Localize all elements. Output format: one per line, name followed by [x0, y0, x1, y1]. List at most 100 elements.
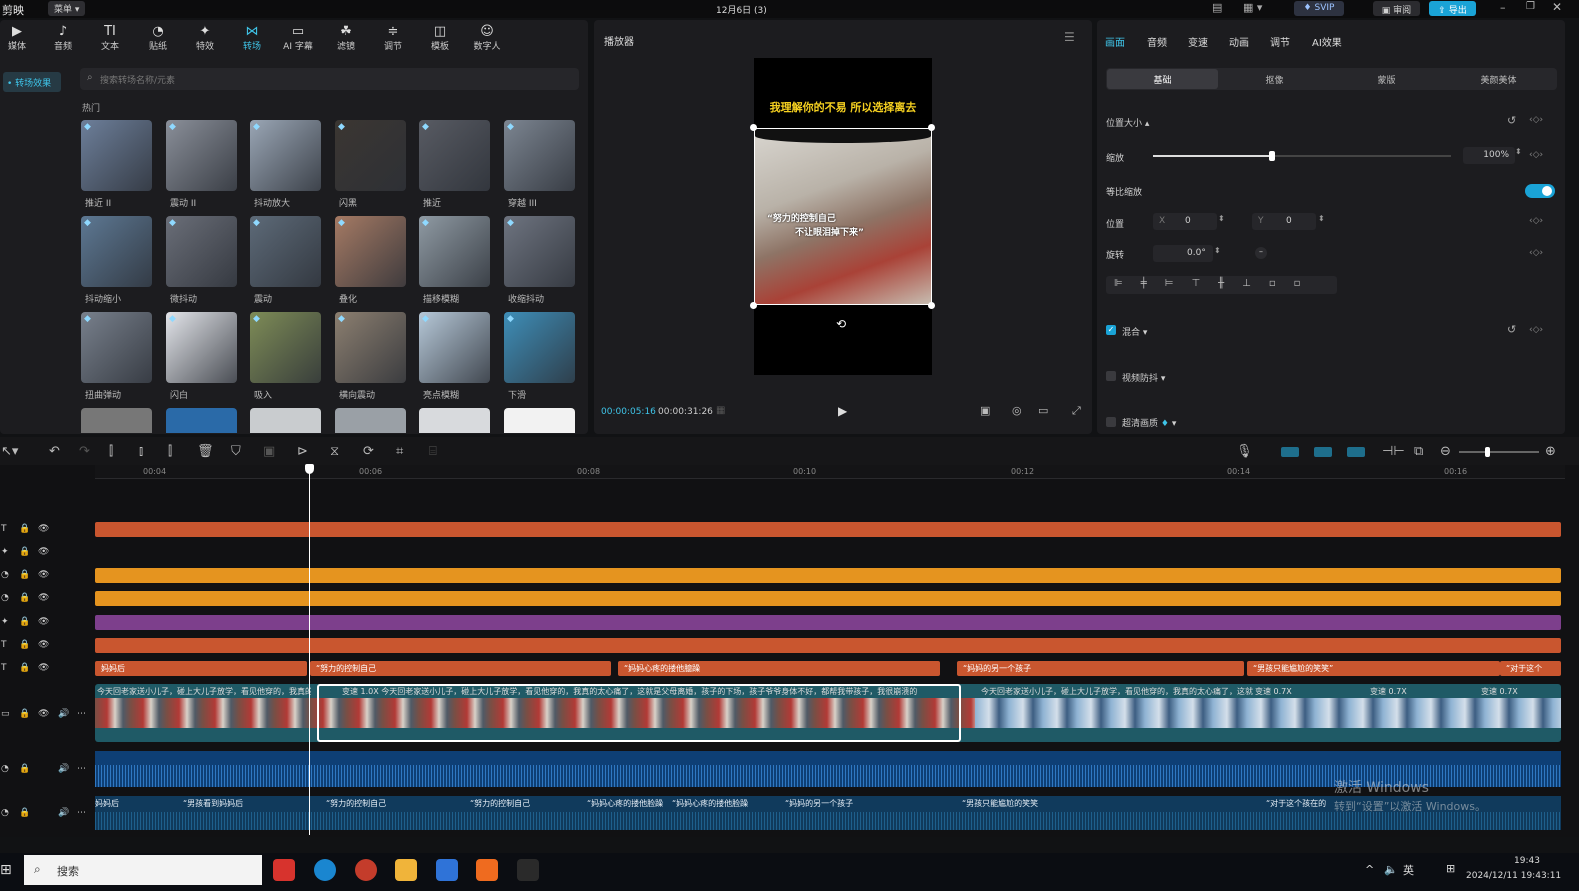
more-icon[interactable]: ⋯	[77, 709, 86, 719]
crop-icon[interactable]: ⌗	[396, 444, 403, 459]
rotate-handle-icon[interactable]: ⟲	[836, 317, 846, 331]
stabilize-checkbox[interactable]	[1106, 371, 1116, 381]
svip-badge[interactable]: ♦ SVIP	[1294, 1, 1344, 16]
tab-11[interactable]: ☺ 数字人	[472, 25, 502, 53]
align-toolbar[interactable]: ⊫╪⊨⊤╫⊥▫▫	[1106, 276, 1337, 294]
transition-thumb[interactable]: ◆	[419, 312, 490, 383]
visibility-icon[interactable]: 👁	[38, 593, 49, 603]
linkage-icon[interactable]	[1314, 447, 1332, 457]
lock-icon[interactable]: 🔒	[19, 524, 30, 534]
hd-checkbox[interactable]	[1106, 417, 1116, 427]
menu-button[interactable]: 菜单 ▾	[48, 1, 86, 16]
keyframe-icon[interactable]: ‹◇›	[1529, 248, 1543, 258]
windows-start-icon[interactable]: ⊞	[0, 862, 12, 878]
close-icon[interactable]: ✕	[1552, 0, 1562, 14]
inspector-tab-4[interactable]: 动画	[1229, 34, 1249, 49]
original-icon[interactable]: ▣	[980, 404, 990, 417]
edge-icon[interactable]	[314, 859, 336, 881]
mute-icon[interactable]: 🔊	[58, 709, 69, 719]
visibility-icon[interactable]: 👁	[38, 663, 49, 673]
screen-icon[interactable]: ▦ ▾	[1243, 1, 1262, 14]
handle-br[interactable]	[928, 302, 935, 309]
partial-thumb[interactable]	[504, 408, 575, 433]
zoom-knob[interactable]	[1485, 447, 1490, 457]
mirror-icon[interactable]: ⧖	[330, 444, 339, 459]
keyframe-icon[interactable]: ‹◇›	[1529, 150, 1543, 160]
visibility-icon[interactable]: 👁	[38, 524, 49, 534]
undo-icon[interactable]: ↶	[49, 444, 60, 459]
lock-icon[interactable]: 🔒	[19, 640, 30, 650]
more-icon[interactable]: ⋯	[77, 808, 86, 818]
text-clip[interactable]: “妈妈心疼的搂他臆躁	[618, 661, 940, 676]
lock-icon[interactable]: 🔒	[19, 570, 30, 580]
visibility-icon[interactable]: 👁	[38, 640, 49, 650]
split-left-icon[interactable]: ⫾	[139, 444, 143, 459]
rotate-icon[interactable]: ⟳	[363, 444, 374, 459]
keyframe-icon[interactable]: ‹◇›	[1529, 115, 1543, 125]
ime-icon[interactable]: ⊞	[1446, 862, 1455, 875]
maximize-icon[interactable]: ❐	[1526, 1, 1535, 12]
audio-clip[interactable]: “努力的控制自己	[470, 798, 585, 812]
preview-canvas[interactable]: 我理解你的不易 所以选择离去 “努力的控制自己 不让眼泪掉下来” ⟲	[750, 58, 935, 375]
minimize-icon[interactable]: –	[1500, 1, 1506, 14]
split-screen-icon[interactable]: ⊣⊢	[1382, 444, 1405, 459]
lock-icon[interactable]: 🔒	[19, 764, 30, 774]
section-position-size[interactable]: 位置大小 ▴	[1106, 116, 1149, 129]
keyframe-icon[interactable]: ‹◇›	[1529, 325, 1543, 335]
scale-stepper[interactable]: ⬍	[1515, 147, 1522, 156]
x-stepper[interactable]: ⬍	[1218, 214, 1225, 223]
keyframe-icon[interactable]: ‹◇›	[1529, 216, 1543, 226]
select-tool-icon[interactable]: ↖▾	[1, 444, 18, 459]
more-icon[interactable]: ⋯	[77, 764, 86, 774]
rotate-stepper[interactable]: ⬍	[1214, 246, 1221, 255]
hd-section[interactable]: 超清画质 ♦ ▾	[1122, 416, 1176, 429]
transition-thumb[interactable]: ◆	[81, 120, 152, 191]
lock-icon[interactable]: 🔒	[19, 709, 30, 719]
tab-3[interactable]: TI 文本	[95, 25, 125, 53]
play-icon[interactable]: ▶	[838, 404, 847, 418]
transition-thumb[interactable]: ◆	[419, 216, 490, 287]
reset-icon[interactable]: ↺	[1507, 323, 1516, 336]
rotate-input[interactable]: 0.0°	[1153, 245, 1213, 262]
lock-icon[interactable]: 🔒	[19, 663, 30, 673]
scale-slider[interactable]	[1153, 151, 1451, 161]
magnet-icon[interactable]	[1281, 447, 1299, 457]
redo-icon[interactable]: ↷	[79, 444, 90, 459]
reset-icon[interactable]: ↺	[1507, 114, 1516, 127]
search-box[interactable]: ⌕ 搜索转场名称/元素	[80, 68, 579, 90]
main-video-track[interactable]: 今天回老家送小儿子，碰上大儿子放学，看见他穿的，我真的太心痛了，这就是父母离婚，…	[95, 684, 1561, 742]
transition-thumb[interactable]: ◆	[504, 120, 575, 191]
partial-thumb[interactable]	[250, 408, 321, 433]
uniform-scale-toggle[interactable]	[1525, 184, 1555, 198]
scale-slider-knob[interactable]	[1269, 151, 1276, 161]
lock-icon[interactable]: 🔒	[19, 617, 30, 627]
stabilize-section[interactable]: 视频防抖 ▾	[1122, 371, 1165, 384]
zoom-slider[interactable]	[1459, 447, 1539, 457]
capcut-icon[interactable]	[517, 859, 539, 881]
tab-6[interactable]: ⋈ 转场	[237, 25, 267, 53]
sticker-track-1[interactable]	[95, 568, 1561, 583]
visibility-icon[interactable]: 👁	[38, 570, 49, 580]
lock-icon[interactable]: 🔒	[19, 547, 30, 557]
export-button[interactable]: ⇪ 导出	[1429, 1, 1476, 16]
tab-8[interactable]: ☘ 滤镜	[331, 25, 361, 53]
tray-chevron-icon[interactable]: ^	[1365, 863, 1374, 876]
subtab-4[interactable]: 美颜美体	[1443, 69, 1554, 89]
handle-bl[interactable]	[750, 302, 757, 309]
transition-thumb[interactable]: ◆	[250, 216, 321, 287]
zoom-out-icon[interactable]: ⊖	[1440, 444, 1451, 459]
transition-thumb[interactable]: ◆	[250, 312, 321, 383]
inspector-tab-2[interactable]: 音频	[1147, 34, 1167, 49]
effect-track[interactable]	[95, 615, 1561, 630]
transition-thumb[interactable]: ◆	[419, 120, 490, 191]
split-icon[interactable]: ⫿	[109, 444, 113, 459]
playhead-handle[interactable]	[305, 464, 314, 474]
ratio-icon[interactable]: ▭	[1038, 404, 1048, 417]
subtab-2[interactable]: 抠像	[1219, 69, 1330, 89]
playhead[interactable]	[309, 465, 310, 835]
audio-clip[interactable]: “男孩只能尴尬的笑笑	[962, 798, 1262, 812]
visibility-icon[interactable]: 👁	[38, 617, 49, 627]
inspector-tab-5[interactable]: 调节	[1270, 34, 1290, 49]
transition-thumb[interactable]: ◆	[250, 120, 321, 191]
wps-icon[interactable]	[273, 859, 295, 881]
